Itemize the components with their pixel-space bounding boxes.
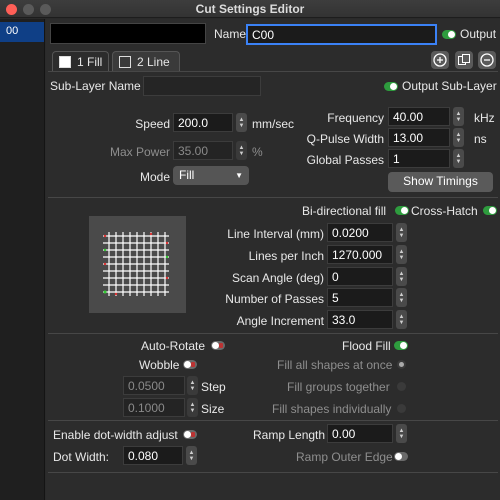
copy-icon bbox=[458, 54, 470, 65]
auto-rotate-toggle[interactable] bbox=[211, 341, 225, 350]
wobble-step-label: Step bbox=[201, 380, 226, 394]
lines-per-inch-label: Lines per Inch bbox=[248, 249, 324, 263]
crosshatch-toggle[interactable] bbox=[483, 206, 497, 215]
crosshatch-label: Cross-Hatch bbox=[411, 204, 478, 218]
flood-fill-label: Flood Fill bbox=[342, 339, 391, 353]
line-interval-stepper[interactable]: ▲ ▼ bbox=[396, 223, 407, 242]
frequency-input[interactable]: 40.00 bbox=[388, 107, 450, 126]
add-sublayer-button[interactable] bbox=[431, 51, 449, 69]
global-passes-label: Global Passes bbox=[306, 153, 384, 167]
lines-per-inch-stepper[interactable]: ▲ ▼ bbox=[396, 245, 407, 264]
maxpower-input[interactable]: 35.00 bbox=[173, 141, 233, 160]
show-timings-button[interactable]: Show Timings bbox=[388, 172, 493, 192]
line-interval-label: Line Interval (mm) bbox=[227, 227, 324, 241]
layer-item-00[interactable]: 00 bbox=[0, 22, 44, 42]
auto-rotate-label: Auto-Rotate bbox=[141, 339, 206, 353]
ramp-outer-edge-label: Ramp Outer Edge bbox=[296, 450, 393, 464]
window-title: Cut Settings Editor bbox=[195, 2, 305, 16]
scan-angle-stepper[interactable]: ▲ ▼ bbox=[396, 267, 407, 286]
angle-increment-input[interactable]: 33.0 bbox=[327, 310, 393, 329]
scan-angle-input[interactable]: 0 bbox=[327, 267, 393, 286]
angle-increment-label: Angle Increment bbox=[236, 314, 324, 328]
wobble-size-input[interactable]: 0.1000 bbox=[123, 398, 185, 417]
tab-line-checkbox[interactable] bbox=[119, 56, 131, 68]
bidirectional-fill-label: Bi-directional fill bbox=[302, 204, 387, 218]
fill-preview bbox=[89, 216, 186, 313]
bidirectional-fill-toggle[interactable] bbox=[395, 206, 409, 215]
frequency-stepper[interactable]: ▲ ▼ bbox=[453, 107, 464, 126]
plus-icon bbox=[433, 53, 447, 67]
fill-groups-radio[interactable] bbox=[397, 382, 406, 391]
qpulse-input[interactable]: 13.00 bbox=[388, 128, 450, 147]
qpulse-stepper[interactable]: ▲ ▼ bbox=[453, 128, 464, 147]
frequency-unit: kHz bbox=[474, 111, 495, 125]
enable-dot-width-label: Enable dot-width adjust bbox=[53, 428, 178, 442]
output-toggle[interactable] bbox=[442, 30, 456, 39]
tab-fill[interactable]: 1 Fill bbox=[52, 51, 109, 72]
global-passes-stepper[interactable]: ▲ ▼ bbox=[453, 149, 464, 168]
layer-list[interactable] bbox=[0, 19, 45, 500]
output-label: Output bbox=[460, 27, 497, 41]
qpulse-label: Q-Pulse Width bbox=[306, 132, 384, 146]
speed-unit: mm/sec bbox=[252, 117, 294, 131]
fill-groups-label: Fill groups together bbox=[287, 380, 390, 394]
tab-line[interactable]: 2 Line bbox=[112, 51, 180, 72]
mode-value: Fill bbox=[179, 168, 195, 182]
wobble-toggle[interactable] bbox=[183, 360, 197, 369]
sublayer-name-label: Sub-Layer Name bbox=[50, 79, 141, 93]
mode-label: Mode bbox=[139, 170, 170, 184]
output-sublayer-label: Output Sub-Layer bbox=[402, 79, 497, 93]
tab-fill-checkbox[interactable] bbox=[59, 56, 71, 68]
line-interval-input[interactable]: 0.0200 bbox=[327, 223, 393, 242]
speed-stepper[interactable]: ▲ ▼ bbox=[236, 113, 247, 132]
dot-width-stepper[interactable]: ▲ ▼ bbox=[186, 446, 197, 465]
maxpower-stepper[interactable]: ▲ ▼ bbox=[236, 141, 247, 160]
ramp-length-input[interactable]: 0.00 bbox=[327, 424, 393, 443]
wobble-size-stepper[interactable]: ▲ ▼ bbox=[187, 398, 198, 417]
remove-sublayer-button[interactable] bbox=[478, 51, 496, 69]
tab-line-label: 2 Line bbox=[137, 55, 170, 69]
layer-color-swatch[interactable] bbox=[50, 23, 206, 44]
fill-all-radio[interactable] bbox=[397, 360, 406, 369]
number-of-passes-stepper[interactable]: ▲ ▼ bbox=[396, 288, 407, 307]
dot-width-label: Dot Width: bbox=[53, 450, 110, 464]
chevron-down-icon: ▼ bbox=[235, 171, 243, 180]
ramp-outer-edge-toggle[interactable] bbox=[394, 452, 408, 461]
scan-angle-label: Scan Angle (deg) bbox=[231, 271, 324, 285]
speed-input[interactable]: 200.0 bbox=[173, 113, 233, 132]
frequency-label: Frequency bbox=[327, 111, 384, 125]
tab-fill-label: 1 Fill bbox=[77, 55, 103, 69]
minus-icon bbox=[480, 53, 494, 67]
global-passes-input[interactable]: 1 bbox=[388, 149, 450, 168]
ramp-length-stepper[interactable]: ▲ ▼ bbox=[396, 424, 407, 443]
wobble-step-stepper[interactable]: ▲ ▼ bbox=[187, 376, 198, 395]
angle-increment-stepper[interactable]: ▲ ▼ bbox=[396, 310, 407, 329]
output-sublayer-toggle[interactable] bbox=[384, 82, 398, 91]
fill-pattern-preview-icon bbox=[103, 232, 169, 296]
maxpower-unit: % bbox=[252, 145, 263, 159]
qpulse-unit: ns bbox=[474, 132, 487, 146]
flood-fill-toggle[interactable] bbox=[394, 341, 408, 350]
ramp-length-label: Ramp Length bbox=[253, 428, 326, 442]
name-label: Name bbox=[214, 27, 247, 41]
lines-per-inch-input[interactable]: 1270.000 bbox=[327, 245, 393, 264]
maxpower-label: Max Power bbox=[109, 145, 170, 159]
fill-indiv-label: Fill shapes individually bbox=[272, 402, 392, 416]
dot-width-input[interactable]: 0.080 bbox=[123, 446, 183, 465]
number-of-passes-label: Number of Passes bbox=[225, 292, 324, 306]
number-of-passes-input[interactable]: 5 bbox=[327, 288, 393, 307]
wobble-label: Wobble bbox=[139, 358, 180, 372]
wobble-size-label: Size bbox=[201, 402, 225, 416]
speed-label: Speed bbox=[135, 117, 170, 131]
wobble-step-input[interactable]: 0.0500 bbox=[123, 376, 185, 395]
name-input[interactable]: C00 bbox=[246, 24, 437, 45]
enable-dot-width-toggle[interactable] bbox=[183, 430, 197, 439]
copy-sublayer-button[interactable] bbox=[455, 51, 473, 69]
mode-select[interactable]: Fill ▼ bbox=[173, 166, 249, 185]
fill-indiv-radio[interactable] bbox=[397, 404, 406, 413]
sublayer-name-input[interactable] bbox=[143, 76, 261, 96]
fill-all-label: Fill all shapes at once bbox=[277, 358, 393, 372]
